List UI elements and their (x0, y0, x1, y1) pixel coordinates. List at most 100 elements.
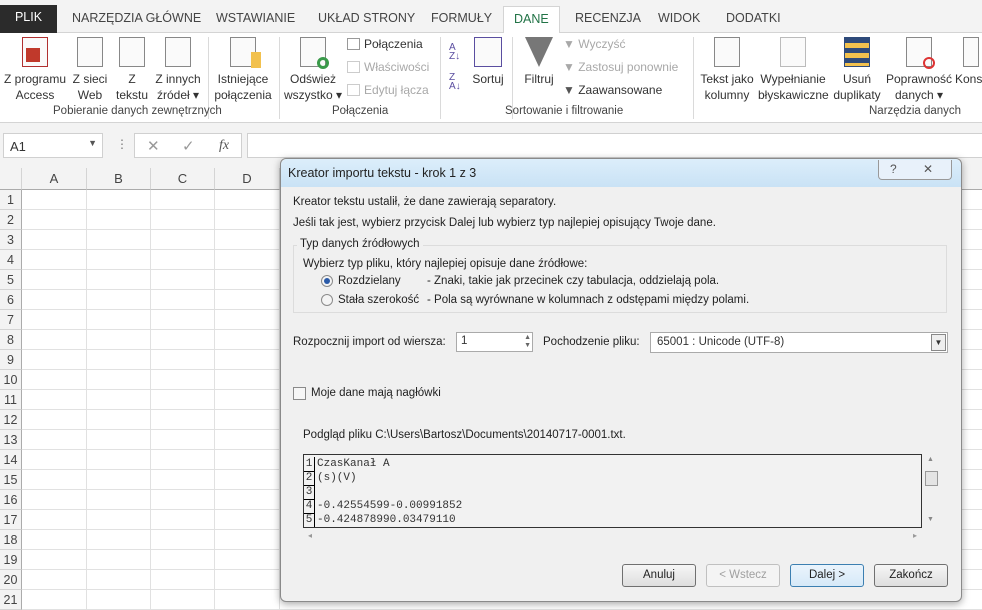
tab-data[interactable]: DANE (503, 6, 560, 34)
text-to-columns-button[interactable]: Tekst jako kolumny (699, 37, 755, 103)
gridline (86, 190, 87, 610)
row-header[interactable]: 12 (0, 410, 22, 430)
row-header[interactable]: 14 (0, 450, 22, 470)
origin-label: Pochodzenie pliku: (543, 336, 640, 348)
tab-home[interactable]: NARZĘDZIA GŁÓWNE (62, 6, 211, 33)
from-other-sources-button[interactable]: Z innych źródeł ▾ (153, 37, 203, 103)
data-validation-button[interactable]: Poprawność danych ▾ (886, 37, 952, 103)
back-button[interactable]: < Wstecz (706, 564, 780, 587)
group-label: Pobieranie danych zewnętrznych (53, 105, 222, 117)
scroll-down-icon[interactable]: ▼ (927, 516, 934, 523)
line-text: -0.42554599-0.00991852 (317, 500, 463, 512)
row-header[interactable]: 21 (0, 590, 22, 610)
tab-review[interactable]: RECENZJA (565, 6, 651, 33)
row-header[interactable]: 19 (0, 550, 22, 570)
cancel-button[interactable]: Anuluj (622, 564, 696, 587)
vertical-scrollbar[interactable]: ▲ ▼ (924, 456, 938, 526)
check-icon[interactable]: ✓ (182, 137, 195, 155)
row-header[interactable]: 15 (0, 470, 22, 490)
properties-button[interactable]: Właściwości (347, 60, 429, 74)
remove-duplicates-icon (844, 37, 870, 67)
from-text-button[interactable]: Ztekstu (114, 37, 150, 103)
from-access-button[interactable]: Z programu Access (2, 37, 68, 103)
clear-filter-button[interactable]: ▼ Wyczyść (563, 37, 625, 51)
existing-connections-button[interactable]: Istniejące połączenia (214, 37, 272, 103)
help-button[interactable]: ? (890, 162, 897, 176)
group-label: Narzędzia danych (869, 105, 962, 117)
function-icon[interactable]: fx (219, 138, 229, 154)
advanced-filter-button[interactable]: ▼ Zaawansowane (563, 83, 662, 97)
row-header[interactable]: 20 (0, 570, 22, 590)
radio-fixed-width[interactable] (321, 294, 333, 306)
row-header[interactable]: 5 (0, 270, 22, 290)
row-header[interactable]: 11 (0, 390, 22, 410)
option-desc: - Znaki, takie jak przecinek czy tabulac… (427, 275, 720, 287)
filter-button[interactable]: Filtruj (520, 37, 558, 87)
name-box[interactable]: A1 ▼ (3, 133, 103, 158)
row-header[interactable]: 6 (0, 290, 22, 310)
sort-az-button[interactable]: A Z↓ (449, 43, 460, 62)
advanced-filter-icon: ▼ (563, 83, 579, 97)
select-all[interactable] (0, 168, 22, 190)
sort-button[interactable]: Sortuj (470, 37, 506, 87)
row-header[interactable]: 1 (0, 190, 22, 210)
flash-fill-button[interactable]: Wypełnianie błyskawiczne (758, 37, 829, 103)
file-preview[interactable]: 1 CzasKanał A 2 (s)(V) 3 4 -0.42554599-0.00991… (303, 454, 922, 528)
next-button[interactable]: Dalej > (790, 564, 864, 587)
consolidate-button[interactable]: Kons (955, 37, 982, 87)
horizontal-scrollbar[interactable]: ◂ ▸ (303, 531, 922, 543)
column-header[interactable]: A (22, 168, 87, 190)
formula-input[interactable] (247, 133, 982, 158)
preview-line: 5 -0.424878990.03479110 (304, 513, 456, 527)
tab-file[interactable]: PLIK (0, 5, 57, 33)
chevron-down-icon[interactable]: ▼ (931, 334, 946, 351)
row-header[interactable]: 13 (0, 430, 22, 450)
line-text: CzasKanał A (317, 458, 390, 470)
ribbon: Z programu Access Z sieci Web Ztekstu Z in… (0, 33, 982, 123)
row-header[interactable]: 17 (0, 510, 22, 530)
row-header[interactable]: 3 (0, 230, 22, 250)
spinner-arrows-icon[interactable]: ▲ ▼ (524, 334, 531, 350)
column-header[interactable]: D (215, 168, 280, 190)
remove-duplicates-button[interactable]: Usuń duplikaty (831, 37, 883, 103)
finish-button[interactable]: Zakończ (874, 564, 948, 587)
column-header[interactable]: C (151, 168, 215, 190)
scroll-right-icon[interactable]: ▸ (913, 531, 917, 540)
row-header[interactable]: 8 (0, 330, 22, 350)
properties-icon (347, 61, 360, 73)
tab-addins[interactable]: DODATKI (716, 6, 791, 33)
scroll-thumb[interactable] (925, 471, 938, 486)
origin-select[interactable]: 65001 : Unicode (UTF-8) ▼ (650, 332, 948, 353)
preview-line: 4 -0.42554599-0.00991852 (304, 499, 463, 514)
row-header[interactable]: 18 (0, 530, 22, 550)
radio-delimited[interactable] (321, 275, 333, 287)
refresh-all-button[interactable]: Odśwież wszystko ▾ (284, 37, 342, 103)
row-header[interactable]: 7 (0, 310, 22, 330)
scroll-up-icon[interactable]: ▲ (927, 456, 934, 463)
cancel-icon[interactable]: ✕ (147, 137, 160, 155)
reapply-icon: ▼ (563, 60, 579, 74)
row-header[interactable]: 4 (0, 250, 22, 270)
row-header[interactable]: 2 (0, 210, 22, 230)
sort-za-button[interactable]: Z A↓ (449, 73, 461, 92)
tab-view[interactable]: WIDOK (648, 6, 710, 33)
tab-insert[interactable]: WSTAWIANIE (206, 6, 305, 33)
chevron-down-icon: ▼ (88, 138, 97, 148)
from-web-button[interactable]: Z sieci Web (70, 37, 110, 103)
option-label[interactable]: Rozdzielany (338, 275, 401, 287)
reapply-button[interactable]: ▼ Zastosuj ponownie (563, 60, 678, 74)
column-header[interactable]: B (87, 168, 151, 190)
scroll-left-icon[interactable]: ◂ (308, 531, 312, 540)
headers-label[interactable]: Moje dane mają nagłówki (311, 387, 441, 399)
row-header[interactable]: 10 (0, 370, 22, 390)
headers-checkbox[interactable] (293, 387, 306, 400)
tab-formulas[interactable]: FORMUŁY (421, 6, 502, 33)
row-header[interactable]: 16 (0, 490, 22, 510)
option-label[interactable]: Stała szerokość (338, 294, 419, 306)
tab-page-layout[interactable]: UKŁAD STRONY (308, 6, 425, 33)
start-row-stepper[interactable]: 1 ▲ ▼ (456, 332, 533, 352)
close-button[interactable]: ✕ (923, 162, 933, 176)
row-header[interactable]: 9 (0, 350, 22, 370)
edit-links-button[interactable]: Edytuj łącza (347, 83, 429, 97)
connections-button[interactable]: Połączenia (347, 37, 423, 51)
